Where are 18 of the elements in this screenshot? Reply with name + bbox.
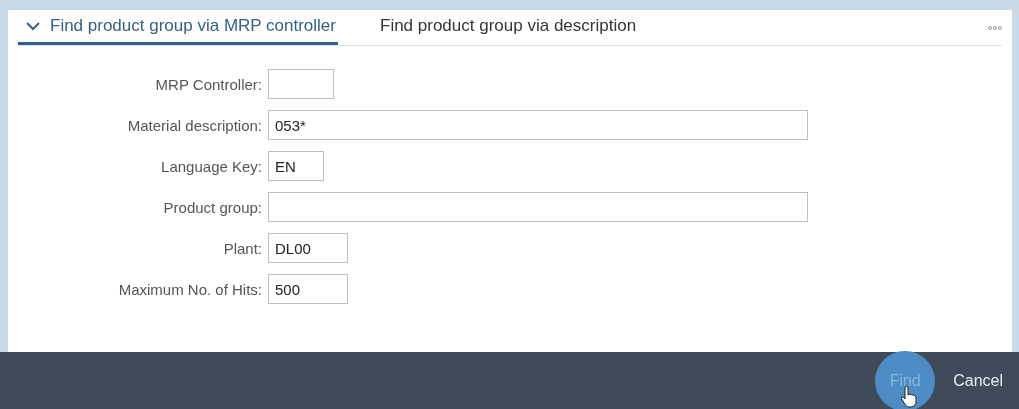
field-label: Maximum No. of Hits: — [118, 280, 262, 298]
field-label: Plant: — [223, 239, 262, 257]
input-field[interactable] — [268, 69, 334, 99]
field-label: Language Key: — [161, 157, 262, 175]
field-label: MRP Controller: — [155, 75, 262, 93]
tab[interactable]: Find product group via description — [378, 10, 639, 45]
hand-cursor-icon — [899, 384, 920, 409]
field-label: Material description: — [127, 116, 262, 134]
tab[interactable]: Find product group via MRP controller — [18, 10, 338, 45]
input-field[interactable]: DL00 — [268, 233, 348, 263]
input-field[interactable]: 053* — [268, 110, 808, 140]
input-field[interactable]: EN — [268, 151, 324, 181]
more-icon[interactable] — [988, 24, 1002, 31]
field-label: Product group: — [163, 198, 262, 216]
cancel-button[interactable]: Cancel — [949, 365, 1007, 396]
chevron-down-icon — [26, 21, 40, 31]
input-field[interactable] — [268, 192, 808, 222]
input-field[interactable]: 500 — [268, 274, 348, 304]
